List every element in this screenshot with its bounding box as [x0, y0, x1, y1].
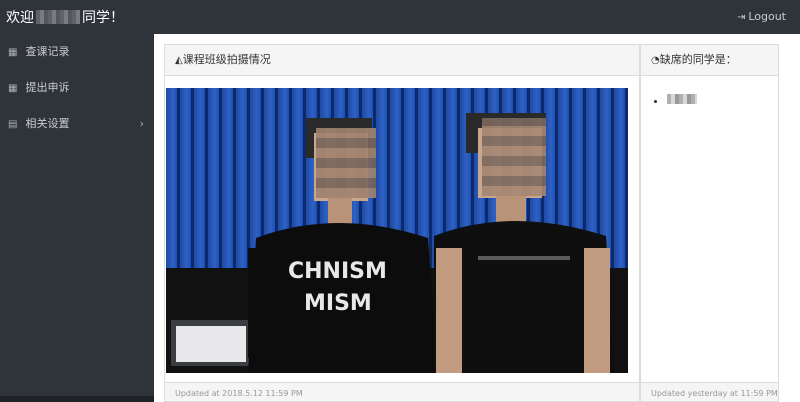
sidebar-item-appeal[interactable]: ▦ 提出申诉 — [0, 70, 154, 106]
absent-panel-heading: ◔缺席的同学是： — [641, 45, 778, 76]
absent-panel-footer: Updated yesterday at 11:59 PM — [641, 382, 778, 401]
sidebar: ▦ 查课记录 ▦ 提出申诉 ▤ 相关设置 › — [0, 34, 154, 402]
photo-panel-heading: ◭课程班级拍摄情况 — [165, 45, 639, 76]
absent-list — [641, 94, 778, 107]
class-photo: CHNISM MISM — [166, 88, 628, 373]
svg-text:CHNISM: CHNISM — [288, 259, 387, 284]
chevron-right-icon: › — [139, 117, 144, 130]
redacted-student-name — [36, 10, 80, 24]
welcome-prefix: 欢迎 — [6, 10, 34, 26]
table-icon: ▦ — [8, 83, 18, 94]
welcome-suffix: 同学！ — [82, 10, 124, 26]
sidebar-item-settings[interactable]: ▤ 相关设置 › — [0, 106, 154, 142]
table-icon: ▦ — [8, 47, 18, 58]
sidebar-item-label: 提出申诉 — [25, 81, 70, 94]
file-icon: ▤ — [8, 119, 18, 130]
sidebar-item-label: 查课记录 — [25, 45, 70, 58]
welcome-title: 欢迎 同学！ — [6, 7, 124, 27]
sidebar-item-records[interactable]: ▦ 查课记录 — [0, 34, 154, 70]
photo-panel-footer: Updated at 2018.5.12 11:59 PM — [165, 382, 639, 401]
face-mosaic — [316, 128, 376, 198]
main-content: ◭课程班级拍摄情况 Updated at 2018.5.12 11:59 PM — [154, 34, 800, 402]
top-navbar: 欢迎 同学！ ⇥ Logout — [0, 0, 800, 34]
photo-panel-title: 课程班级拍摄情况 — [182, 53, 271, 66]
logout-link[interactable]: ⇥ Logout — [737, 10, 786, 23]
list-item — [667, 94, 778, 107]
redacted-student-name — [667, 94, 697, 104]
face-mosaic — [482, 118, 546, 196]
logout-label: Logout — [748, 10, 786, 23]
sidebar-item-label: 相关设置 — [25, 117, 70, 130]
absent-panel: ◔缺席的同学是： Updated yesterday at 11:59 PM — [640, 44, 779, 402]
area-chart-icon: ◭ — [175, 55, 183, 66]
pie-chart-icon: ◔ — [651, 55, 660, 66]
absent-panel-title: 缺席的同学是： — [659, 53, 737, 66]
sidebar-footer — [0, 396, 154, 402]
svg-text:MISM: MISM — [304, 291, 372, 316]
sign-out-icon: ⇥ — [736, 12, 746, 23]
